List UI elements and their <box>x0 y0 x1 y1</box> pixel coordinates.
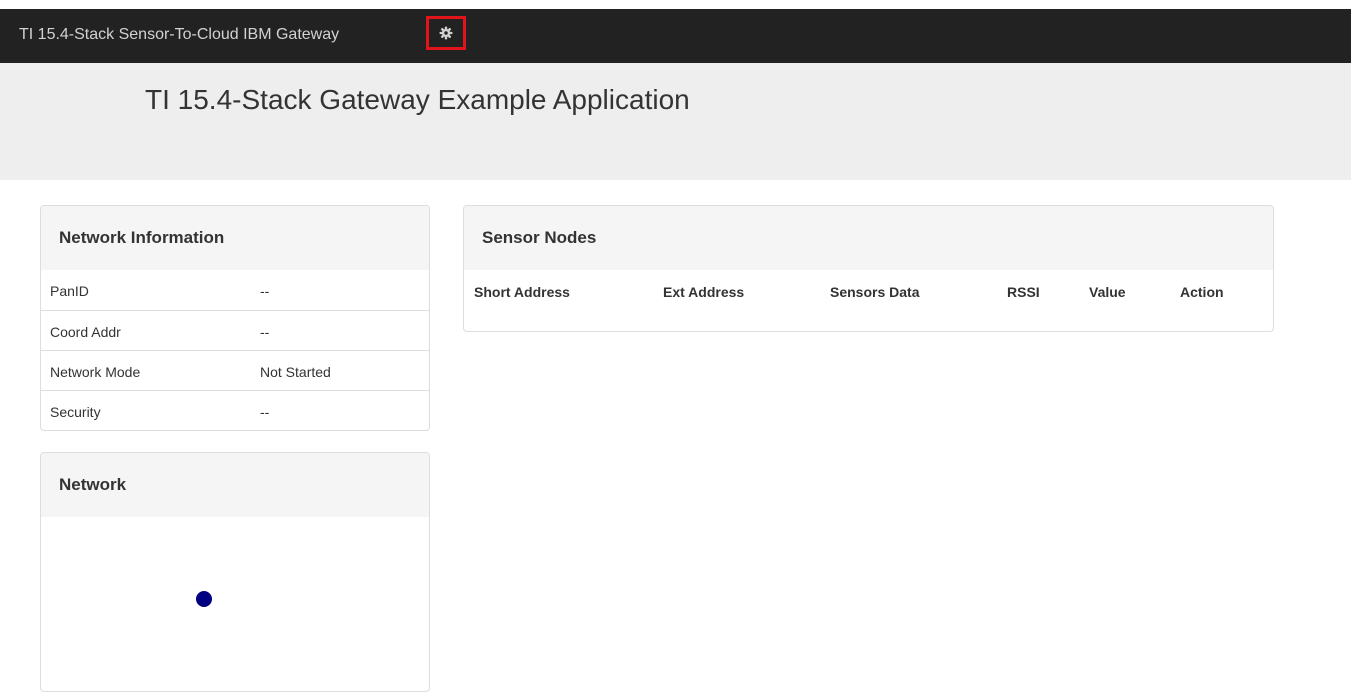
header-banner: TI 15.4-Stack Gateway Example Applicatio… <box>0 63 1351 180</box>
network-graph <box>41 517 429 691</box>
info-label: Network Mode <box>50 364 141 380</box>
info-row-network-mode: Network Mode Not Started <box>41 350 429 390</box>
info-value: -- <box>260 404 270 420</box>
info-row-coord-addr: Coord Addr -- <box>41 310 429 350</box>
info-label: Coord Addr <box>50 324 121 340</box>
info-label: Security <box>50 404 101 420</box>
coordinator-node[interactable] <box>196 591 212 607</box>
sensor-nodes-title: Sensor Nodes <box>464 206 1273 270</box>
column-rssi: RSSI <box>1007 284 1040 300</box>
column-sensors-data: Sensors Data <box>830 284 920 300</box>
gear-icon <box>439 26 453 40</box>
info-row-security: Security -- <box>41 390 429 430</box>
column-ext-address: Ext Address <box>663 284 745 300</box>
network-title: Network <box>41 453 429 517</box>
column-action: Action <box>1180 284 1224 300</box>
sensor-nodes-panel: Sensor Nodes Short Address Ext Address S… <box>463 205 1274 332</box>
column-short-address: Short Address <box>474 284 570 300</box>
info-row-panid: PanID -- <box>41 270 429 310</box>
network-information-panel: Network Information PanID -- Coord Addr … <box>40 205 430 431</box>
navbar-brand[interactable]: TI 15.4-Stack Sensor-To-Cloud IBM Gatewa… <box>19 26 339 44</box>
top-navbar: TI 15.4-Stack Sensor-To-Cloud IBM Gatewa… <box>0 9 1351 63</box>
network-information-title: Network Information <box>41 206 429 270</box>
column-value: Value <box>1089 284 1126 300</box>
network-panel: Network <box>40 452 430 692</box>
info-value: -- <box>260 283 270 299</box>
network-information-list: PanID -- Coord Addr -- Network Mode Not … <box>41 270 429 430</box>
info-value: Not Started <box>260 364 331 380</box>
page-title: TI 15.4-Stack Gateway Example Applicatio… <box>145 84 690 115</box>
sensor-table-header: Short Address Ext Address Sensors Data R… <box>464 270 1273 310</box>
settings-button[interactable] <box>426 16 466 50</box>
info-label: PanID <box>50 283 89 299</box>
info-value: -- <box>260 324 270 340</box>
